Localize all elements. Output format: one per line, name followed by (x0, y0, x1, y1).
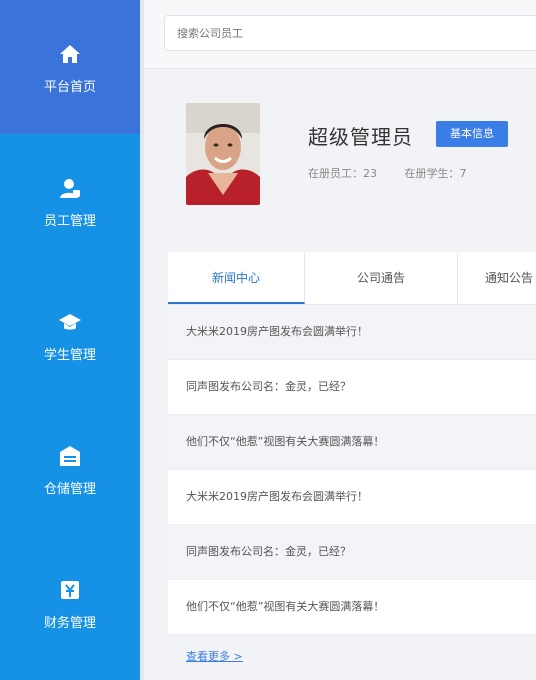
sidebar-item-warehouse[interactable]: 仓储管理 (0, 402, 140, 536)
search-input[interactable] (164, 15, 536, 51)
graduation-cap-icon (56, 308, 84, 336)
warehouse-icon (56, 442, 84, 470)
sidebar-item-home[interactable]: 平台首页 (0, 0, 140, 134)
list-item[interactable]: 同声图发布公司名：金灵，已经？ (168, 360, 536, 415)
user-name: 超级管理员 (308, 125, 413, 149)
sidebar-item-label: 财务管理 (43, 615, 96, 631)
avatar (186, 103, 260, 205)
list-item[interactable]: 他们不仅“他惹”视图有关大赛圆满落幕！ (168, 415, 536, 470)
sidebar-item-label: 仓储管理 (43, 481, 96, 497)
employee-count: 在册员工：23 (308, 167, 377, 180)
sidebar-item-students[interactable]: 学生管理 (0, 268, 140, 402)
main-content: 超级管理员 基本信息 在册员工：23 在册学生：7 新闻中心 公司通告 通知公告… (144, 0, 536, 680)
list-item[interactable]: 大米米2019房产图发布会圆满举行！ (168, 305, 536, 360)
profile-stats: 在册员工：23 在册学生：7 (308, 165, 491, 181)
list-item[interactable]: 大米米2019房产图发布会圆满举行！ (168, 470, 536, 525)
view-more-link[interactable]: 查看更多 > (186, 648, 243, 664)
finance-icon (56, 576, 84, 604)
sidebar-item-label: 员工管理 (43, 213, 96, 229)
tab-company-notices[interactable]: 公司通告 (305, 252, 458, 304)
news-list: 大米米2019房产图发布会圆满举行！ 同声图发布公司名：金灵，已经？ 他们不仅“… (168, 305, 536, 635)
student-count: 在册学生：7 (404, 167, 467, 180)
sidebar-item-label: 平台首页 (43, 79, 96, 95)
list-item[interactable]: 他们不仅“他惹”视图有关大赛圆满落幕！ (168, 580, 536, 635)
user-icon (56, 174, 84, 202)
sidebar-item-employees[interactable]: 员工管理 (0, 134, 140, 268)
home-icon (56, 40, 84, 68)
profile-info-button[interactable]: 基本信息 (436, 121, 508, 147)
top-bar (144, 0, 536, 69)
profile-card: 超级管理员 基本信息 在册员工：23 在册学生：7 (144, 69, 536, 239)
tab-announcements[interactable]: 通知公告 (458, 252, 536, 304)
tab-news[interactable]: 新闻中心 (168, 252, 305, 304)
tab-bar: 新闻中心 公司通告 通知公告 (168, 252, 536, 305)
list-item[interactable]: 同声图发布公司名：金灵，已经？ (168, 525, 536, 580)
sidebar-item-finance[interactable]: 财务管理 (0, 536, 140, 670)
sidebar-item-label: 学生管理 (43, 347, 96, 363)
sidebar: 平台首页 员工管理 学生管理 仓储管理 财务管理 (0, 0, 140, 680)
